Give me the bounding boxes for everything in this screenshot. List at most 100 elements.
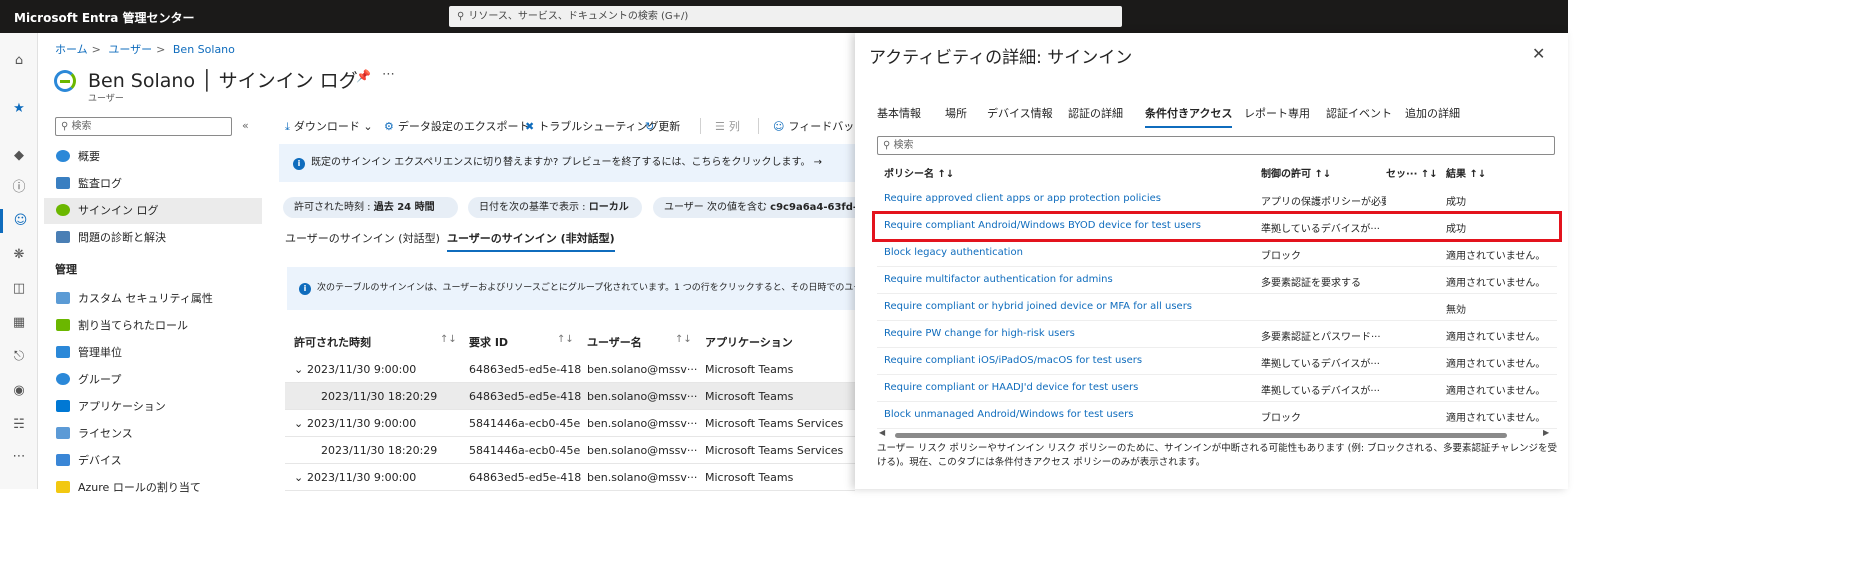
table-row[interactable]: ⌄ 2023/11/30 9:00:00 5841446a-ecb0-45e b… bbox=[285, 410, 855, 437]
global-search-input[interactable]: ⚲ リソース、サービス、ドキュメントの検索 (G+/) bbox=[449, 6, 1122, 27]
brand-title[interactable]: Microsoft Entra 管理センター bbox=[14, 9, 195, 26]
scroll-right-icon[interactable]: ▶ bbox=[1543, 428, 1549, 437]
users-icon[interactable]: ☺ bbox=[0, 209, 38, 233]
policy-name-link[interactable]: Require multifactor authentication for a… bbox=[884, 274, 1113, 285]
policy-name-link[interactable]: Require compliant iOS/iPadOS/macOS for t… bbox=[884, 355, 1142, 366]
policy-row[interactable]: Require compliant iOS/iPadOS/macOS for t… bbox=[877, 348, 1557, 375]
nav-item-label: サインイン ログ bbox=[78, 204, 159, 217]
column-header-application[interactable]: アプリケーション bbox=[705, 334, 793, 350]
policy-row[interactable]: Block unmanaged Android/Windows for test… bbox=[877, 402, 1557, 429]
breadcrumb-user[interactable]: Ben Solano bbox=[173, 43, 235, 56]
column-header-username[interactable]: ユーザー名 bbox=[587, 334, 642, 350]
table-row[interactable]: ⌄ 2023/11/30 9:00:00 64863ed5-ed5e-418 b… bbox=[285, 356, 855, 383]
expand-chevron-icon[interactable]: ⌄ bbox=[294, 417, 303, 430]
policy-name-link[interactable]: Block unmanaged Android/Windows for test… bbox=[884, 409, 1133, 420]
applications-grid-icon[interactable]: ▦ bbox=[0, 311, 38, 335]
tab-additional-details[interactable]: 追加の詳細 bbox=[1405, 105, 1460, 121]
verified-id-icon[interactable]: ◉ bbox=[0, 379, 38, 403]
policy-row[interactable]: Block legacy authentication ブロック 適用されていま… bbox=[877, 240, 1557, 267]
policy-row[interactable]: Require multifactor authentication for a… bbox=[877, 267, 1557, 294]
lock-icon[interactable]: ⎋ bbox=[0, 345, 38, 369]
nav-item-groups[interactable]: グループ bbox=[44, 367, 262, 393]
sort-icon[interactable]: ↑↓ bbox=[440, 334, 457, 345]
policy-result: 適用されていません。 bbox=[1446, 359, 1546, 370]
horizontal-scrollbar[interactable]: ◀ ▶ bbox=[877, 428, 1555, 440]
column-header-session[interactable]: セッ··· ↑↓ bbox=[1386, 165, 1438, 180]
policy-name-link[interactable]: Block legacy authentication bbox=[884, 247, 1023, 258]
column-header-policy-name[interactable]: ポリシー名 ↑↓ bbox=[884, 165, 954, 180]
identity-diamond-icon[interactable]: ◆ bbox=[0, 144, 38, 168]
table-row[interactable]: 2023/11/30 18:20:29 5841446a-ecb0-45e be… bbox=[285, 437, 855, 464]
policy-result: 適用されていません。 bbox=[1446, 332, 1546, 343]
breadcrumb-users[interactable]: ユーザー bbox=[108, 43, 152, 56]
nav-item-assigned-roles[interactable]: 割り当てられたロール bbox=[44, 313, 262, 339]
policy-name-link[interactable]: Require compliant or HAADJ'd device for … bbox=[884, 382, 1138, 393]
tab-auth-events[interactable]: 認証イベント bbox=[1326, 105, 1392, 121]
refresh-button[interactable]: ↻ 更新 bbox=[645, 118, 680, 134]
nav-item-azure-role-assignments[interactable]: Azure ロールの割り当て bbox=[44, 475, 262, 501]
policy-row[interactable]: Require approved client apps or app prot… bbox=[877, 186, 1557, 213]
export-settings-button[interactable]: ⚙ データ設定のエクスポート bbox=[384, 118, 530, 134]
nav-item-licenses[interactable]: ライセンス bbox=[44, 421, 262, 447]
nav-item-label: カスタム セキュリティ属性 bbox=[78, 292, 213, 305]
scrollbar-thumb[interactable] bbox=[895, 433, 1507, 438]
nav-item-custom-security-attributes[interactable]: カスタム セキュリティ属性 bbox=[44, 286, 262, 312]
nav-item-overview[interactable]: 概要 bbox=[44, 144, 262, 170]
more-icon[interactable]: ⋯ bbox=[0, 445, 38, 469]
policy-name-link[interactable]: Require PW change for high-risk users bbox=[884, 328, 1075, 339]
column-header-result[interactable]: 結果 ↑↓ bbox=[1446, 165, 1486, 180]
nav-search-input[interactable]: ⚲ 検索 bbox=[55, 117, 232, 136]
tab-device-info[interactable]: デバイス情報 bbox=[987, 105, 1053, 121]
preview-banner[interactable]: i 既定のサインイン エクスペリエンスに切り替えますか? プレビューを終了するには… bbox=[279, 144, 855, 182]
columns-button[interactable]: ☰ 列 bbox=[715, 118, 740, 134]
nav-item-applications[interactable]: アプリケーション bbox=[44, 394, 262, 420]
policy-name-link[interactable]: Require compliant or hybrid joined devic… bbox=[884, 301, 1192, 312]
download-button[interactable]: ⤓ ダウンロード ⌄ bbox=[285, 118, 373, 134]
governance-icon[interactable]: ◫ bbox=[0, 277, 38, 301]
filter-user-pill[interactable]: ユーザー 次の値を含む c9c9a6a4-63fd- bbox=[653, 197, 855, 218]
tab-report-only[interactable]: レポート専用 bbox=[1244, 105, 1310, 121]
troubleshoot-button[interactable]: ✖ トラブルシューティング bbox=[525, 118, 659, 134]
policy-result: 適用されていません。 bbox=[1446, 413, 1546, 424]
more-options-icon[interactable]: ⋯ bbox=[382, 67, 395, 82]
scroll-left-icon[interactable]: ◀ bbox=[879, 428, 885, 437]
expand-chevron-icon[interactable]: ⌄ bbox=[294, 363, 303, 376]
info-icon[interactable]: ⓘ bbox=[0, 176, 38, 200]
feedback-button[interactable]: ☺ フィードバック bbox=[773, 118, 865, 134]
nav-item-admin-units[interactable]: 管理単位 bbox=[44, 340, 262, 366]
nav-item-diagnose[interactable]: 問題の診断と解決 bbox=[44, 225, 262, 251]
tab-basic-info[interactable]: 基本情報 bbox=[877, 105, 921, 121]
column-header-grant-controls[interactable]: 制御の許可 ↑↓ bbox=[1261, 165, 1331, 180]
table-row[interactable]: 2023/11/30 18:20:29 64863ed5-ed5e-418 be… bbox=[285, 383, 855, 410]
favorites-star-icon[interactable]: ★ bbox=[0, 97, 38, 121]
policy-row[interactable]: Require compliant or hybrid joined devic… bbox=[877, 294, 1557, 321]
panel-search-input[interactable]: ⚲ 検索 bbox=[877, 136, 1555, 155]
table-row[interactable]: ⌄ 2023/11/30 9:00:00 64863ed5-ed5e-418 b… bbox=[285, 464, 855, 491]
sort-icon[interactable]: ↑↓ bbox=[557, 334, 574, 345]
nav-item-devices[interactable]: デバイス bbox=[44, 448, 262, 474]
protection-icon[interactable]: ❋ bbox=[0, 243, 38, 267]
tab-location[interactable]: 場所 bbox=[945, 105, 967, 121]
permissions-icon[interactable]: ☵ bbox=[0, 413, 38, 437]
home-icon[interactable]: ⌂ bbox=[0, 49, 38, 73]
policy-name-link[interactable]: Require approved client apps or app prot… bbox=[884, 193, 1161, 204]
tab-conditional-access[interactable]: 条件付きアクセス bbox=[1145, 105, 1233, 128]
column-header-time[interactable]: 許可された時刻 bbox=[294, 334, 371, 350]
tab-interactive-signins[interactable]: ユーザーのサインイン (対話型) bbox=[285, 230, 440, 246]
tab-auth-details[interactable]: 認証の詳細 bbox=[1068, 105, 1123, 121]
breadcrumb-separator: > bbox=[156, 43, 166, 56]
expand-chevron-icon[interactable]: ⌄ bbox=[294, 471, 303, 484]
close-icon[interactable]: ✕ bbox=[1532, 44, 1545, 63]
pin-icon[interactable]: 📌 bbox=[356, 69, 371, 83]
nav-item-signin-logs[interactable]: サインイン ログ bbox=[44, 198, 262, 224]
breadcrumb-home[interactable]: ホーム bbox=[55, 43, 88, 56]
policy-row[interactable]: Require PW change for high-risk users 多要… bbox=[877, 321, 1557, 348]
nav-item-audit-logs[interactable]: 監査ログ bbox=[44, 171, 262, 197]
filter-date-pill[interactable]: 日付を次の基準で表示 : ローカル bbox=[468, 197, 642, 218]
filter-time-pill[interactable]: 許可された時刻 : 過去 24 時間 bbox=[283, 197, 458, 218]
collapse-nav-icon[interactable]: « bbox=[242, 119, 249, 132]
policy-row[interactable]: Require compliant or HAADJ'd device for … bbox=[877, 375, 1557, 402]
sort-icon[interactable]: ↑↓ bbox=[675, 334, 692, 345]
column-header-request-id[interactable]: 要求 ID bbox=[469, 334, 508, 350]
tab-noninteractive-signins[interactable]: ユーザーのサインイン (非対話型) bbox=[447, 230, 615, 252]
